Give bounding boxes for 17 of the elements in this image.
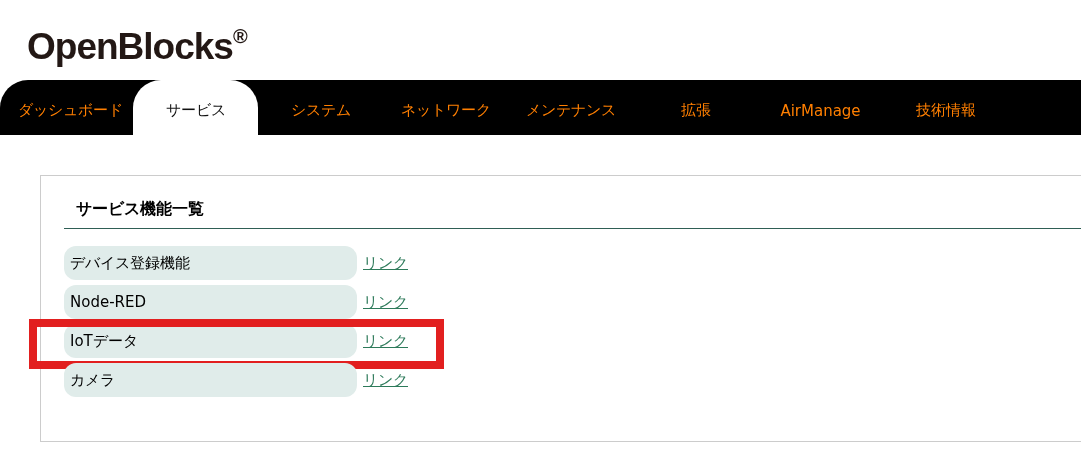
service-link[interactable]: リンク [363,331,408,351]
nav-tab[interactable]: サービス [133,80,258,135]
nav-tab[interactable]: ダッシュボード [8,80,133,135]
service-link[interactable]: リンク [363,370,408,390]
nav-tab[interactable]: 拡張 [633,80,758,135]
service-name: Node-RED [64,285,357,319]
nav-tab[interactable]: システム [258,80,383,135]
nav-tab[interactable]: AirManage [758,80,883,135]
service-name: カメラ [64,363,357,397]
nav-tab[interactable]: 技術情報 [883,80,1008,135]
service-link[interactable]: リンク [363,292,408,312]
nav-tab[interactable]: ネットワーク [383,80,508,135]
panel-title: サービス機能一覧 [76,198,205,220]
service-name: デバイス登録機能 [64,246,357,280]
logo: OpenBlocks$^{®}$ [27,24,247,69]
service-link[interactable]: リンク [363,253,408,273]
nav-tab[interactable]: メンテナンス [508,80,633,135]
